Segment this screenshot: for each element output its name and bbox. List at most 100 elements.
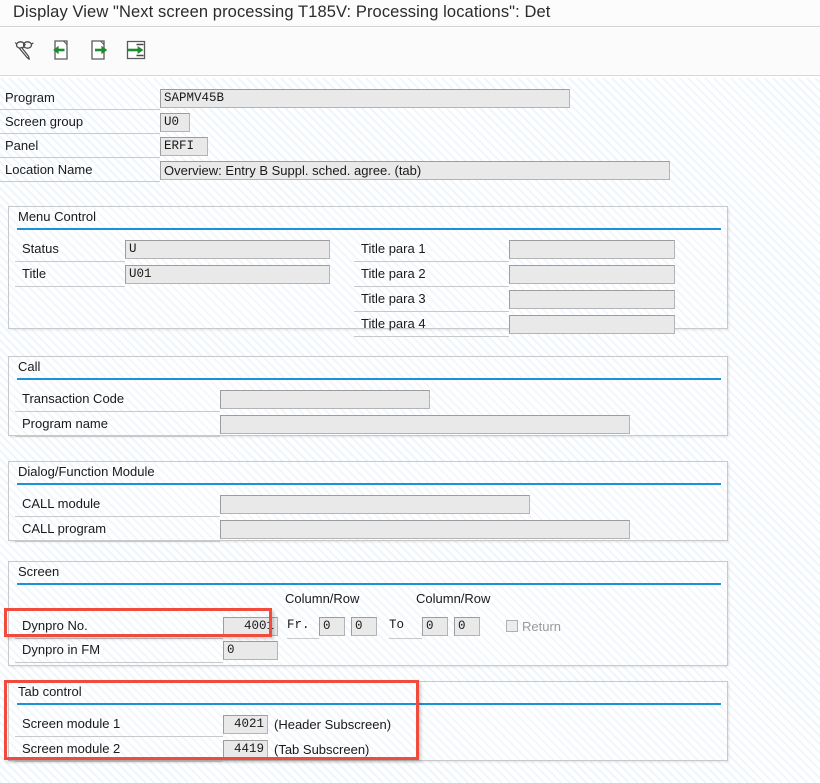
tab-control-rows: Screen module 1 4021 (Header Subscreen) … [15, 712, 391, 762]
title-para-3-field[interactable] [509, 290, 675, 309]
form-row-location-name: Location Name Overview: Entry B Suppl. s… [0, 158, 700, 182]
panel-field[interactable]: ERFI [160, 136, 208, 156]
column-row-header-from: Column/Row [285, 591, 360, 606]
title-para-3-row: Title para 3 [354, 287, 699, 312]
toolbar-button-group [11, 35, 149, 64]
program-name-row: Program name [15, 412, 715, 437]
transaction-code-label: Transaction Code [15, 387, 220, 412]
application-toolbar [0, 28, 820, 76]
call-rows: Transaction Code Program name [15, 387, 715, 437]
tab-control-body: Screen module 1 4021 (Header Subscreen) … [9, 707, 727, 762]
call-program-field[interactable] [220, 520, 630, 539]
from-row-field[interactable]: 0 [351, 616, 377, 636]
screen-body: Column/Row Column/Row Dynpro No. 4001 Fr… [9, 587, 727, 665]
screen-module-1-label: Screen module 1 [15, 712, 223, 737]
window-title-bar: Display View "Next screen processing T18… [0, 0, 820, 27]
call-program-label: CALL program [15, 517, 220, 542]
screen-module-1-row: Screen module 1 4021 (Header Subscreen) [15, 712, 391, 737]
page-title: Display View "Next screen processing T18… [13, 3, 551, 21]
call-module-row: CALL module [15, 492, 715, 517]
screen-module-2-row: Screen module 2 4419 (Tab Subscreen) [15, 737, 391, 762]
from-column-field[interactable]: 0 [319, 616, 345, 636]
title-para-4-row: Title para 4 [354, 312, 699, 337]
call-module-label: CALL module [15, 492, 220, 517]
transaction-code-field[interactable] [220, 390, 430, 409]
call-module-field[interactable] [220, 495, 530, 514]
dialog-function-module-group: Dialog/Function Module CALL module CALL … [8, 461, 728, 542]
screen-module-2-label: Screen module 2 [15, 737, 223, 762]
status-label: Status [15, 237, 125, 262]
tab-control-title: Tab control [18, 684, 82, 699]
title-para-2-row: Title para 2 [354, 262, 699, 287]
return-label: Return [522, 618, 562, 634]
main-content: Program SAPMV45B Screen group U0 Panel E… [0, 78, 820, 783]
status-row: Status U [15, 237, 345, 262]
program-name-label: Program name [15, 412, 220, 437]
program-name-field[interactable] [220, 415, 630, 434]
dialog-function-module-rule [17, 483, 721, 485]
dialog-function-module-title: Dialog/Function Module [18, 464, 155, 479]
title-para-1-field[interactable] [509, 240, 675, 259]
to-label: To [389, 613, 422, 639]
call-body: Transaction Code Program name [9, 382, 727, 437]
title-para-3-label: Title para 3 [354, 287, 509, 312]
title-para-1-label: Title para 1 [354, 237, 509, 262]
display-change-icon[interactable] [11, 35, 38, 64]
to-column-field[interactable]: 0 [422, 616, 448, 636]
title-field[interactable]: U01 [125, 265, 330, 284]
dynpro-in-fm-label: Dynpro in FM [15, 638, 223, 663]
screen-module-2-field[interactable]: 4419 [223, 740, 268, 759]
form-row-screen-group: Screen group U0 [0, 110, 700, 134]
screen-group-field[interactable]: U0 [160, 112, 190, 132]
screen-module-1-field[interactable]: 4021 [223, 715, 268, 734]
transaction-code-row: Transaction Code [15, 387, 715, 412]
dynpro-no-label: Dynpro No. [15, 614, 223, 639]
title-para-4-field[interactable] [509, 315, 675, 334]
status-field[interactable]: U [125, 240, 330, 259]
program-label: Program [0, 86, 160, 110]
screen-title: Screen [18, 564, 60, 579]
location-name-label: Location Name [0, 158, 160, 182]
title-para-2-label: Title para 2 [354, 262, 509, 287]
call-rule [17, 378, 721, 380]
from-label: Fr. [287, 613, 319, 639]
menu-control-rule [17, 228, 721, 230]
dynpro-no-field[interactable]: 4001 [223, 616, 278, 636]
panel-label: Panel [0, 134, 160, 158]
title-para-1-row: Title para 1 [354, 237, 699, 262]
program-field[interactable]: SAPMV45B [160, 88, 570, 108]
dynpro-in-fm-row: Dynpro in FM 0 [15, 638, 278, 663]
header-form: Program SAPMV45B Screen group U0 Panel E… [0, 86, 700, 182]
screen-group-label: Screen group [0, 110, 160, 134]
screen-rule [17, 583, 721, 585]
dynpro-no-row: Dynpro No. 4001 Fr. 0 0 To 0 0 Return [15, 613, 561, 639]
menu-control-left-column: Status U Title U01 [15, 237, 345, 287]
title-para-4-label: Title para 4 [354, 312, 509, 337]
dynpro-in-fm-field[interactable]: 0 [223, 641, 278, 660]
menu-control-right-column: Title para 1 Title para 2 Title para 3 T… [354, 237, 699, 337]
menu-control-group: Menu Control Status U Title U01 Title pa… [8, 206, 728, 337]
next-entry-icon[interactable] [85, 35, 112, 64]
title-para-2-field[interactable] [509, 265, 675, 284]
previous-entry-icon[interactable] [48, 35, 75, 64]
call-group: Call Transaction Code Program name [8, 356, 728, 437]
details-icon[interactable] [122, 35, 149, 64]
menu-control-title: Menu Control [18, 209, 97, 224]
menu-control-body: Status U Title U01 Title para 1 Title pa… [9, 232, 727, 337]
column-row-header-to: Column/Row [416, 591, 491, 606]
screen-module-1-note: (Header Subscreen) [274, 717, 392, 732]
call-title: Call [18, 359, 41, 374]
dfm-rows: CALL module CALL program [15, 492, 715, 542]
return-checkbox[interactable] [506, 620, 518, 632]
form-row-panel: Panel ERFI [0, 134, 700, 158]
tab-control-group: Tab control Screen module 1 4021 (Header… [8, 681, 728, 762]
title-label: Title [15, 262, 125, 287]
tab-control-rule [17, 703, 721, 705]
dialog-function-module-body: CALL module CALL program [9, 487, 727, 542]
call-program-row: CALL program [15, 517, 715, 542]
screen-module-2-note: (Tab Subscreen) [274, 742, 370, 757]
title-row: Title U01 [15, 262, 345, 287]
to-row-field[interactable]: 0 [454, 616, 480, 636]
form-row-program: Program SAPMV45B [0, 86, 700, 110]
location-name-field[interactable]: Overview: Entry B Suppl. sched. agree. (… [160, 160, 670, 180]
